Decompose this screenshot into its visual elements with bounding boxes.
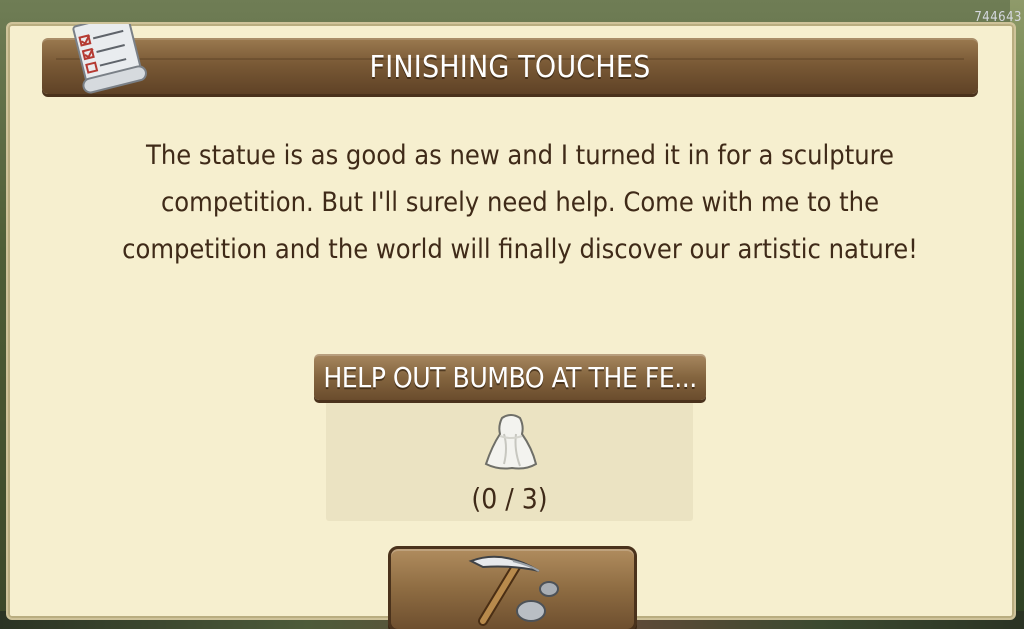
gather-action-button[interactable] xyxy=(388,546,637,629)
dialog-title: FINISHING TOUCHES xyxy=(369,50,651,85)
white-cloth-icon xyxy=(484,414,538,470)
pickaxe-icon xyxy=(468,555,559,626)
quest-dialog: FINISHING TOUCHES The statue is as good … xyxy=(6,22,1016,629)
quest-scroll-icon xyxy=(72,24,147,94)
objective-progress: (0 / 3) xyxy=(471,482,548,515)
objective-header: HELP OUT BUMBO AT THE FE... xyxy=(314,354,706,400)
dialog-header: FINISHING TOUCHES xyxy=(42,38,978,94)
objective-label: HELP OUT BUMBO AT THE FE... xyxy=(323,361,697,394)
quest-story-text: The statue is as good as new and I turne… xyxy=(122,140,918,265)
